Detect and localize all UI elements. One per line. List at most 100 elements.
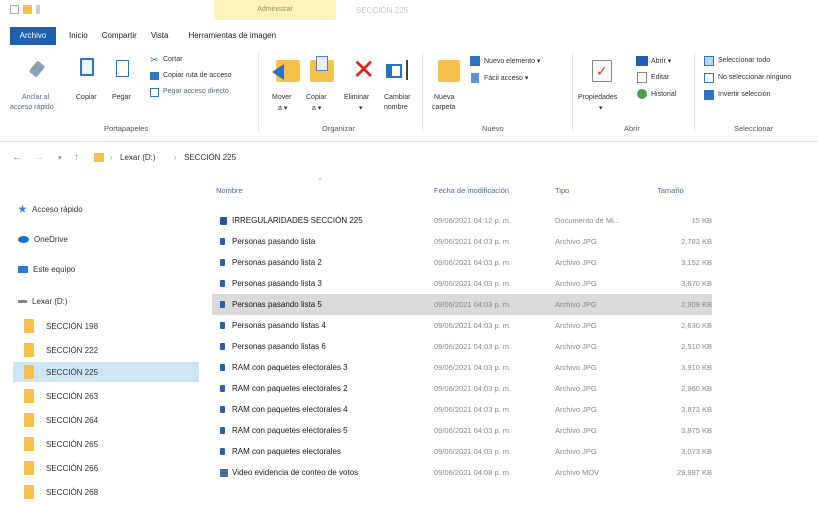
file-row[interactable]: IRREGULARIDADES SECCIÓN 225 09/06/2021 0… — [212, 210, 712, 231]
nav-label: Lexar (D:) — [32, 296, 68, 306]
file-row[interactable]: RAM con paquetes electorales 09/06/2021 … — [212, 441, 712, 462]
breadcrumb-drive[interactable]: Lexar (D:) — [120, 153, 156, 162]
delete-icon[interactable]: ✕ — [352, 56, 375, 84]
open-button[interactable]: Abrir ▾ — [651, 57, 671, 65]
cut-icon: ✂ — [150, 55, 159, 66]
folder-icon — [24, 389, 34, 403]
tab-herramientas-imagen[interactable]: Herramientas de imagen — [181, 27, 283, 45]
history-button[interactable]: Historial — [651, 91, 676, 98]
paste-button[interactable]: Pegar — [112, 94, 131, 101]
up-button[interactable]: ↑ — [74, 152, 79, 163]
nav-this-pc[interactable]: Este equipo — [18, 260, 75, 278]
folder-icon — [94, 153, 104, 162]
file-row[interactable]: Personas pasando lista 3 09/06/2021 04:0… — [212, 273, 712, 294]
nav-folder-item[interactable]: SECCIÓN 263 — [24, 386, 194, 406]
column-header-name[interactable]: Nombre — [216, 186, 243, 195]
group-label-nuevo: Nuevo — [482, 124, 504, 133]
file-row[interactable]: Personas pasando listas 6 09/06/2021 04:… — [212, 336, 712, 357]
file-row[interactable]: Personas pasando lista 2 09/06/2021 04:0… — [212, 252, 712, 273]
recent-locations-button[interactable]: ▾ — [58, 154, 62, 162]
new-item-icon — [470, 56, 480, 66]
new-item-button[interactable]: Nuevo elemento ▾ — [484, 57, 540, 65]
nav-folder-item[interactable]: SECCIÓN 222 — [24, 340, 194, 360]
file-name: Personas pasando lista 3 — [232, 279, 322, 288]
breadcrumb-current-folder[interactable]: SECCIÓN 225 — [184, 153, 236, 162]
copy-to-dropdown[interactable]: a ▾ — [312, 104, 321, 112]
copy-to-button[interactable]: Copiar — [306, 94, 327, 101]
file-name: Personas pasando listas 6 — [232, 342, 326, 351]
move-to-button[interactable]: Mover — [272, 94, 291, 101]
file-row[interactable]: Video evidencia de conteo de votos 09/06… — [212, 462, 712, 483]
file-row-selected[interactable]: Personas pasando lista 5 09/06/2021 04:0… — [212, 294, 712, 315]
nav-folder-item[interactable]: SECCIÓN 266 — [24, 458, 194, 478]
tab-inicio[interactable]: Inicio — [62, 27, 95, 45]
tab-compartir[interactable]: Compartir — [95, 27, 144, 45]
tab-archivo[interactable]: Archivo — [10, 27, 56, 45]
paste-icon[interactable] — [116, 60, 129, 77]
easy-access-button[interactable]: Fácil acceso ▾ — [484, 74, 528, 82]
file-date: 09/06/2021 04:03 p. m. — [434, 405, 512, 414]
nav-drive[interactable]: Lexar (D:) — [18, 292, 68, 310]
nav-folder-item[interactable]: SECCIÓN 264 — [24, 410, 194, 430]
file-date: 09/06/2021 04:08 p. m. — [434, 468, 512, 477]
rename-button[interactable]: Cambiar — [384, 94, 410, 101]
folder-icon — [24, 343, 34, 357]
paste-shortcut-button[interactable]: Pegar acceso directo — [163, 88, 229, 95]
nav-folder-label: SECCIÓN 222 — [46, 345, 99, 355]
nav-folder-item-selected[interactable]: SECCIÓN 225 — [13, 362, 199, 382]
select-none-button[interactable]: No seleccionar ninguno — [718, 74, 791, 81]
pin-icon[interactable] — [28, 60, 46, 78]
column-header-type[interactable]: Tipo — [555, 186, 569, 195]
ribbon-separator — [422, 52, 423, 132]
image-file-icon — [220, 448, 225, 455]
select-all-button[interactable]: Seleccionar todo — [718, 57, 770, 64]
nav-folder-item[interactable]: SECCIÓN 265 — [24, 434, 194, 454]
file-date: 09/06/2021 04:03 p. m. — [434, 300, 512, 309]
rename-icon[interactable] — [386, 64, 402, 78]
ribbon-tabs: Archivo Inicio Compartir Vista Herramien… — [0, 26, 283, 46]
column-header-date[interactable]: Fecha de modificación — [434, 186, 509, 195]
file-row[interactable]: Personas pasando listas 4 09/06/2021 04:… — [212, 315, 712, 336]
file-date: 09/06/2021 04:03 p. m. — [434, 237, 512, 246]
file-row[interactable]: RAM con paquetes electorales 3 09/06/202… — [212, 357, 712, 378]
customize-icon[interactable] — [36, 5, 40, 14]
file-row[interactable]: RAM con paquetes electorales 2 09/06/202… — [212, 378, 712, 399]
copy-path-button[interactable]: Copiar ruta de acceso — [163, 72, 231, 79]
file-row[interactable]: Personas pasando lista 09/06/2021 04:03 … — [212, 231, 712, 252]
nav-onedrive[interactable]: OneDrive — [18, 230, 68, 248]
ribbon: Anclar al acceso rápido Copiar Pegar ✂ C… — [0, 48, 818, 142]
nav-quick-access[interactable]: Acceso rápido — [18, 200, 83, 218]
pin-quick-access-button[interactable]: Anclar al — [22, 94, 49, 101]
nav-folder-item[interactable]: SECCIÓN 268 — [24, 482, 194, 502]
file-type: Archivo JPG — [555, 258, 597, 267]
image-file-icon — [220, 364, 225, 371]
copy-icon[interactable] — [80, 58, 94, 76]
column-header-size[interactable]: Tamaño — [657, 186, 684, 195]
file-type: Archivo JPG — [555, 300, 597, 309]
delete-button[interactable]: Eliminar — [344, 94, 369, 101]
file-name: Personas pasando lista — [232, 237, 316, 246]
image-file-icon — [220, 427, 225, 434]
properties-button[interactable]: Propiedades — [578, 94, 617, 101]
back-button[interactable]: ← — [12, 152, 22, 163]
move-to-dropdown[interactable]: a ▾ — [278, 104, 287, 112]
tab-vista[interactable]: Vista — [144, 27, 176, 45]
computer-icon — [18, 265, 28, 273]
delete-dropdown[interactable]: ▾ — [359, 104, 363, 112]
file-row[interactable]: RAM con paquetes electorales 5 09/06/202… — [212, 420, 712, 441]
properties-dropdown[interactable]: ▾ — [599, 104, 603, 112]
nav-folder-item[interactable]: SECCIÓN 198 — [24, 316, 194, 336]
forward-button[interactable]: → — [34, 152, 44, 163]
properties-icon[interactable] — [10, 5, 19, 14]
cut-button[interactable]: Cortar — [163, 56, 182, 63]
folder-icon[interactable] — [23, 5, 32, 14]
window-title: SECCIÓN 225 — [356, 6, 409, 15]
paste-shortcut-icon — [150, 88, 159, 97]
invert-selection-button[interactable]: Invertir selección — [718, 91, 771, 98]
edit-button[interactable]: Editar — [651, 74, 669, 81]
new-folder-icon[interactable] — [438, 60, 460, 82]
file-row[interactable]: RAM con paquetes electorales 4 09/06/202… — [212, 399, 712, 420]
copy-button[interactable]: Copiar — [76, 94, 97, 101]
file-date: 09/06/2021 04:03 p. m. — [434, 321, 512, 330]
new-folder-button[interactable]: Nueva — [434, 94, 454, 101]
